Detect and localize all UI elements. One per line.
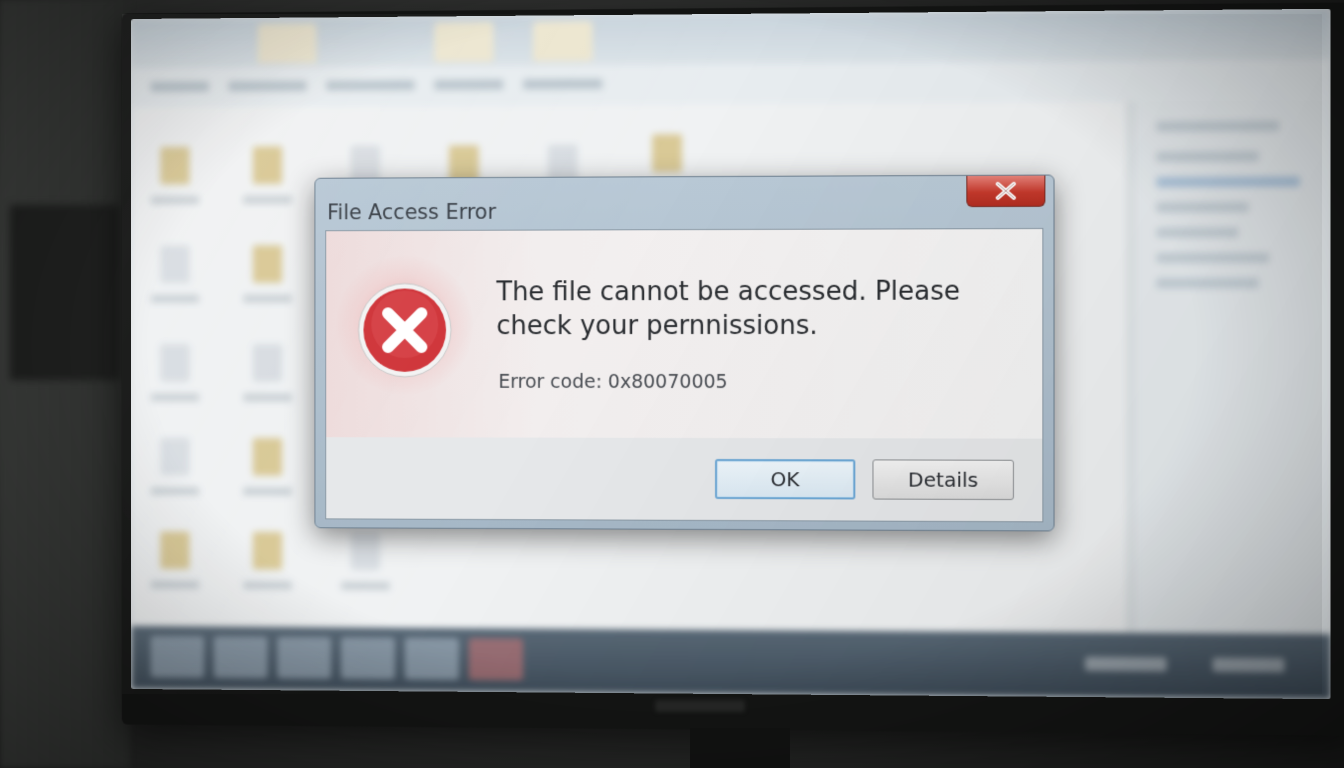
- document-icon: [252, 344, 283, 382]
- taskbar-app-button[interactable]: [277, 636, 332, 679]
- error-x-icon: [356, 280, 454, 379]
- ok-button[interactable]: OK: [715, 458, 856, 500]
- file-label: [150, 393, 200, 402]
- file-item[interactable]: [238, 146, 297, 225]
- file-item[interactable]: [146, 146, 204, 226]
- file-item[interactable]: [336, 532, 395, 612]
- background-wall: [0, 0, 130, 768]
- details-button[interactable]: Details: [872, 459, 1014, 501]
- file-label: [340, 581, 390, 591]
- folder-icon: [252, 438, 283, 476]
- folder-tab-icon: [434, 21, 494, 63]
- file-label: [150, 487, 200, 496]
- file-item[interactable]: [146, 245, 204, 324]
- toolbar-item[interactable]: [523, 78, 603, 90]
- file-label: [243, 393, 292, 402]
- folder-icon: [160, 146, 190, 185]
- pane-item-selected[interactable]: [1156, 176, 1300, 188]
- file-label: [243, 581, 292, 590]
- taskbar-app-button[interactable]: [468, 638, 524, 681]
- error-dialog: File Access Error The file cannot be acc…: [314, 174, 1055, 532]
- close-button[interactable]: [966, 175, 1046, 208]
- file-item[interactable]: [146, 531, 204, 610]
- start-button[interactable]: [150, 635, 205, 678]
- document-icon: [350, 532, 381, 571]
- pane-item[interactable]: [1156, 120, 1280, 132]
- file-label: [150, 580, 200, 589]
- taskbar-app-button[interactable]: [404, 637, 459, 680]
- taskbar: [131, 625, 1331, 700]
- file-item[interactable]: [146, 437, 204, 517]
- document-icon: [160, 437, 190, 476]
- error-code: Error code: 0x80070005: [498, 370, 728, 394]
- folder-tab-icon: [533, 21, 593, 62]
- folder-icon: [252, 146, 283, 185]
- dialog-message-area: The file cannot be accessed. Please chec…: [326, 229, 1043, 439]
- taskbar-app-button[interactable]: [340, 637, 395, 680]
- pane-item[interactable]: [1156, 202, 1249, 213]
- toolbar-item[interactable]: [150, 81, 209, 92]
- monitor-logo: [655, 700, 745, 712]
- explorer-titlebar: [131, 8, 1331, 69]
- file-item[interactable]: [238, 438, 297, 517]
- monitor-stand: [690, 728, 790, 768]
- document-icon: [160, 344, 190, 382]
- pane-item[interactable]: [1156, 277, 1259, 289]
- folder-tab-icon: [257, 23, 317, 64]
- explorer-navigation-pane: [1135, 100, 1331, 639]
- dialog-titlebar[interactable]: File Access Error: [315, 175, 1053, 229]
- file-label: [243, 487, 292, 496]
- dialog-body: The file cannot be accessed. Please chec…: [325, 227, 1044, 523]
- folder-icon: [652, 134, 683, 173]
- background-object: [10, 205, 120, 380]
- toolbar-item[interactable]: [326, 80, 415, 91]
- file-label: [243, 195, 292, 204]
- clock[interactable]: [1212, 657, 1285, 673]
- folder-icon: [252, 531, 283, 570]
- file-label: [243, 294, 292, 303]
- document-icon: [160, 245, 190, 284]
- photo-scene: File Access Error The file cannot be acc…: [0, 0, 1344, 768]
- error-message: The file cannot be accessed. Please chec…: [496, 276, 961, 342]
- dialog-button-row: OK Details: [326, 437, 1043, 522]
- file-label: [150, 294, 200, 303]
- file-label: [150, 196, 200, 205]
- monitor-screen: File Access Error The file cannot be acc…: [131, 8, 1331, 700]
- close-icon: [967, 176, 1044, 207]
- file-item[interactable]: [238, 245, 297, 324]
- pane-item[interactable]: [1156, 227, 1239, 238]
- system-tray-icons[interactable]: [1085, 656, 1167, 672]
- file-item[interactable]: [146, 344, 204, 423]
- folder-icon: [160, 531, 190, 570]
- taskbar-app-button[interactable]: [213, 636, 268, 679]
- toolbar-item[interactable]: [434, 79, 504, 90]
- folder-icon: [252, 245, 283, 283]
- pane-item[interactable]: [1156, 252, 1270, 264]
- toolbar-item[interactable]: [228, 80, 307, 92]
- dialog-title: File Access Error: [327, 199, 496, 225]
- pane-item[interactable]: [1156, 151, 1259, 162]
- file-item[interactable]: [238, 531, 297, 611]
- file-item[interactable]: [238, 344, 297, 423]
